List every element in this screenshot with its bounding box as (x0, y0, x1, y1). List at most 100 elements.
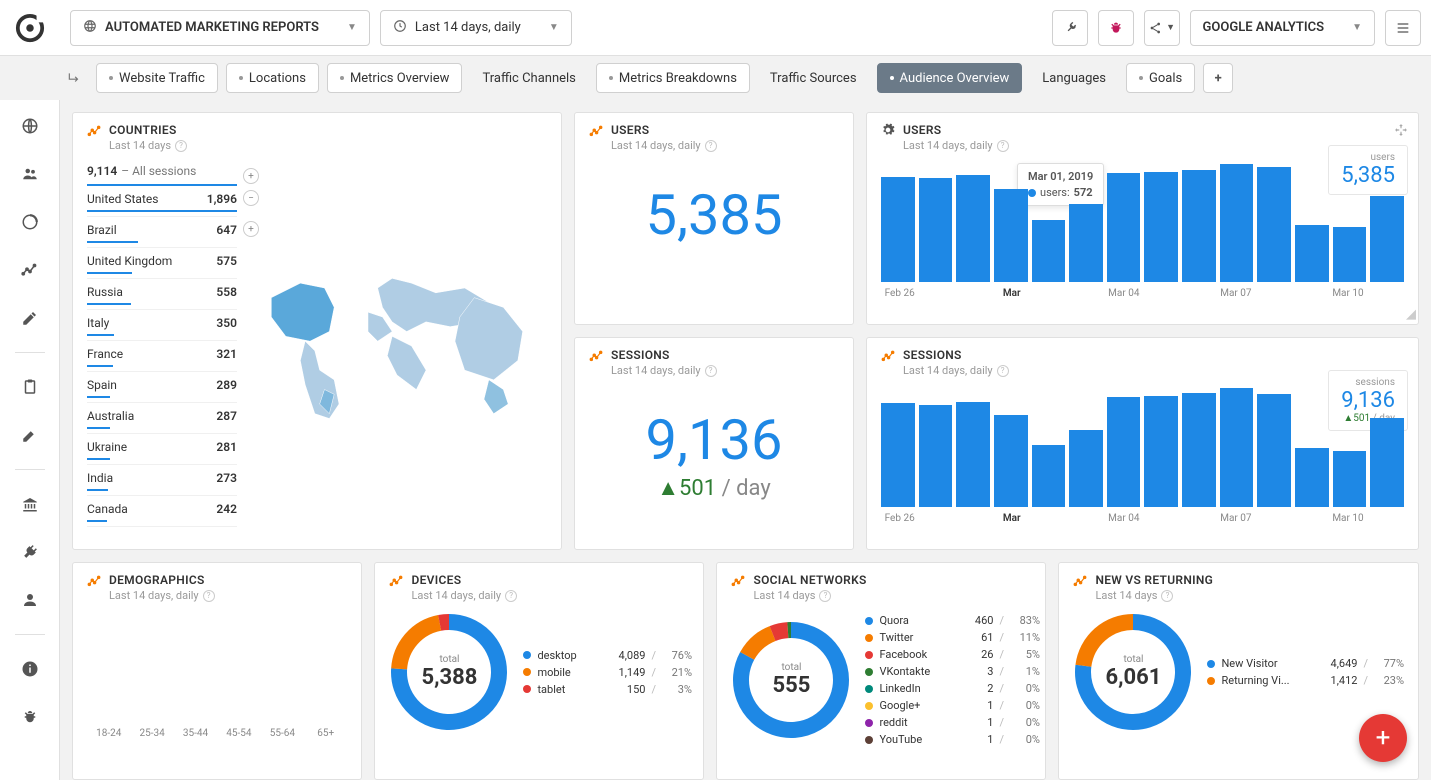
add-widget-fab[interactable]: + (1359, 714, 1407, 762)
help-icon[interactable]: ? (175, 140, 187, 152)
tab-traffic-sources[interactable]: Traffic Sources (758, 63, 869, 93)
sessions-total: 9,136 (575, 407, 853, 473)
legend-item: YouTube1/0% (865, 731, 1040, 748)
share-button[interactable]: ▼ (1144, 10, 1180, 46)
app-logo[interactable] (0, 0, 60, 56)
top-bar: AUTOMATED MARKETING REPORTS ▼ Last 14 da… (0, 0, 1431, 56)
country-row[interactable]: Ukraine281 (87, 434, 237, 465)
tab-traffic-channels[interactable]: Traffic Channels (470, 63, 587, 93)
plug-button[interactable] (1052, 10, 1088, 46)
route-icon (60, 71, 88, 85)
connector-icon (589, 350, 603, 368)
demographics-chart[interactable]: 18-2425-3435-4445-5455-6465+ (73, 602, 361, 739)
tab-metrics-breakdowns[interactable]: Metrics Breakdowns (596, 63, 750, 93)
legend-item: Twitter61/11% (865, 629, 1040, 646)
help-icon[interactable]: ? (819, 590, 831, 602)
dashboard-main: COUNTRIES Last 14 days? 9,114 – All sess… (60, 100, 1431, 780)
connector-icon (1073, 575, 1087, 593)
social-chart[interactable]: total555Quora460/83%Twitter61/11%Faceboo… (717, 602, 1045, 758)
card-sessions-chart: SESSIONSLast 14 days, daily? sessions 9,… (866, 337, 1419, 550)
nav-edit-icon[interactable] (12, 300, 48, 336)
nav-globe-icon[interactable] (12, 108, 48, 144)
legend-item: Facebook26/5% (865, 646, 1040, 663)
account-selector[interactable]: GOOGLE ANALYTICS ▼ (1190, 10, 1375, 46)
help-icon[interactable]: ? (705, 140, 717, 152)
card-sessions-number: SESSIONSLast 14 days, daily? 9,136 ▲501 … (574, 337, 854, 550)
connector-icon (87, 575, 101, 593)
date-range-selector[interactable]: Last 14 days, daily ▼ (380, 10, 572, 46)
country-row[interactable]: United Kingdom575 (87, 248, 237, 279)
legend-item: tablet150/3% (523, 681, 692, 698)
chevron-down-icon: ▼ (549, 22, 559, 33)
nav-pencil-icon[interactable] (12, 417, 48, 453)
card-title: COUNTRIES (109, 123, 187, 137)
tab-goals[interactable]: Goals (1126, 63, 1195, 93)
report-selector[interactable]: AUTOMATED MARKETING REPORTS ▼ (70, 10, 370, 46)
country-row[interactable]: Canada242 (87, 496, 237, 527)
nav-bug-icon[interactable] (12, 699, 48, 735)
country-row[interactable]: Italy350 (87, 310, 237, 341)
connector-icon (881, 350, 895, 368)
nav-chart-icon[interactable] (12, 252, 48, 288)
bug-button[interactable] (1098, 10, 1134, 46)
country-row[interactable]: Spain289 (87, 372, 237, 403)
users-total: 5,385 (575, 182, 853, 248)
world-map[interactable] (247, 164, 547, 527)
chevron-down-icon: ▼ (1352, 22, 1362, 33)
help-icon[interactable]: ? (997, 140, 1009, 152)
legend-item: Quora460/83% (865, 612, 1040, 629)
nav-plug-icon[interactable] (12, 534, 48, 570)
help-icon[interactable]: ? (705, 365, 717, 377)
tab-languages[interactable]: Languages (1030, 63, 1118, 93)
help-icon[interactable]: ? (1161, 590, 1173, 602)
nav-clipboard-icon[interactable] (12, 369, 48, 405)
legend-item: mobile1,149/21% (523, 664, 692, 681)
card-social: SOCIAL NETWORKSLast 14 days? total555Quo… (716, 562, 1046, 780)
card-demographics: DEMOGRAPHICSLast 14 days, daily? 18-2425… (72, 562, 362, 780)
country-row[interactable]: India273 (87, 465, 237, 496)
country-row[interactable]: France321 (87, 341, 237, 372)
report-selector-label: AUTOMATED MARKETING REPORTS (105, 20, 319, 35)
left-rail (0, 100, 60, 780)
help-icon[interactable]: ? (997, 365, 1009, 377)
nav-radar-icon[interactable] (12, 204, 48, 240)
card-users-number: USERSLast 14 days, daily? 5,385 (574, 112, 854, 325)
countries-list: 9,114 – All sessions + United States1,89… (87, 164, 237, 527)
nav-bank-icon[interactable] (12, 486, 48, 522)
connector-icon (87, 125, 101, 143)
resize-handle-icon[interactable]: ◢ (1406, 307, 1416, 322)
card-devices: DEVICESLast 14 days, daily? total5,388de… (374, 562, 704, 780)
help-icon[interactable]: ? (203, 590, 215, 602)
legend-item: New Visitor4,649/77% (1207, 655, 1404, 672)
nav-info-icon[interactable] (12, 651, 48, 687)
country-row[interactable]: Brazil647+ (87, 217, 237, 248)
legend-item: Returning Vi...1,412/23% (1207, 672, 1404, 689)
legend-item: LinkedIn2/0% (865, 680, 1040, 697)
legend-item: reddit1/0% (865, 714, 1040, 731)
chevron-down-icon: ▼ (347, 22, 357, 33)
legend-item: VKontakte3/1% (865, 663, 1040, 680)
devices-chart[interactable]: total5,388desktop4,089/76%mobile1,149/21… (375, 602, 703, 742)
tab-locations[interactable]: Locations (226, 63, 319, 93)
date-range-label: Last 14 days, daily (415, 20, 521, 35)
help-icon[interactable]: ? (505, 590, 517, 602)
tab-website-traffic[interactable]: Website Traffic (96, 63, 218, 93)
country-row[interactable]: Russia558 (87, 279, 237, 310)
nav-account-icon[interactable] (12, 582, 48, 618)
nav-people-icon[interactable] (12, 156, 48, 192)
sessions-bar-chart[interactable]: Feb 26MarMar 04Mar 07Mar 10 (867, 377, 1418, 531)
legend-item: desktop4,089/76% (523, 647, 692, 664)
move-icon[interactable] (1394, 123, 1408, 141)
tab-metrics-overview[interactable]: Metrics Overview (327, 63, 463, 93)
tab-audience-overview[interactable]: Audience Overview (877, 63, 1023, 93)
add-tab-button[interactable]: + (1203, 63, 1233, 93)
country-row[interactable]: United States1,896− (87, 186, 237, 217)
menu-button[interactable] (1385, 10, 1421, 46)
connector-icon (589, 125, 603, 143)
users-bar-chart[interactable]: Feb 26MarMar 04Mar 07Mar 10 (867, 152, 1418, 306)
gear-icon[interactable] (881, 123, 895, 141)
legend-item: Google+1/0% (865, 697, 1040, 714)
globe-icon (83, 19, 97, 37)
card-countries: COUNTRIES Last 14 days? 9,114 – All sess… (72, 112, 562, 550)
country-row[interactable]: Australia287 (87, 403, 237, 434)
